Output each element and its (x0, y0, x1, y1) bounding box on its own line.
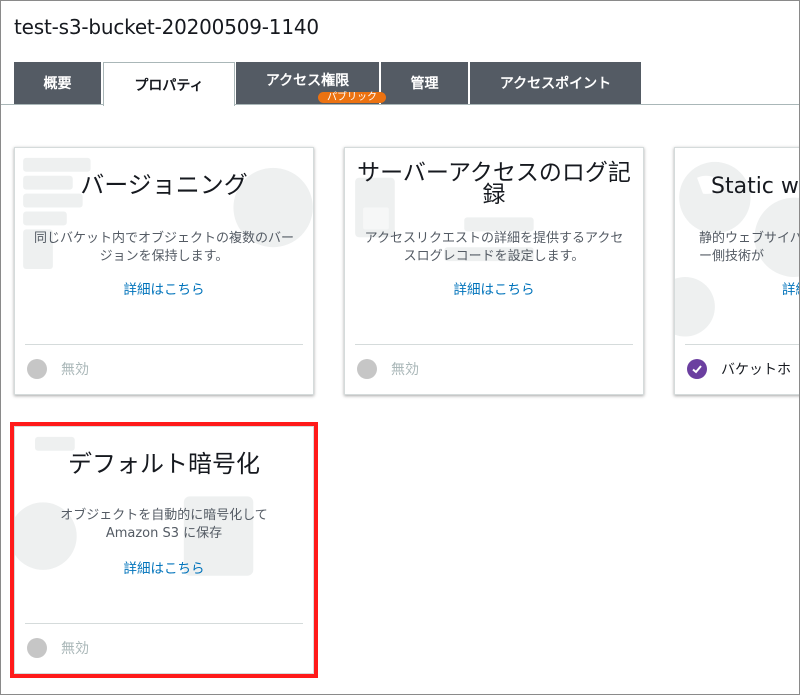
versioning-card[interactable]: バージョニング 同じバケット内でオブジェクトの複数のバージョンを保持します。 詳… (14, 147, 314, 395)
card-title: バージョニング (80, 171, 248, 199)
tab-label: アクセス権限 (265, 73, 350, 89)
tab-label: 管理 (410, 76, 439, 92)
logging-status: 無効 (357, 359, 419, 379)
learn-more-link[interactable]: 詳細 (782, 278, 799, 298)
website-status: バケットホ (687, 359, 791, 379)
tab-divider-left (1, 104, 103, 105)
versioning-status: 無効 (27, 359, 89, 379)
disabled-status-icon (27, 359, 47, 379)
disabled-status-icon (357, 359, 377, 379)
tab-label: アクセスポイント (499, 76, 612, 92)
tab-label: プロパティ (134, 77, 204, 94)
tab-label: 概要 (43, 76, 72, 92)
s3-bucket-properties-page: test-s3-bucket-20200509-1140 概要 プロパティ アク… (0, 0, 800, 695)
status-label: バケットホ (721, 362, 791, 378)
status-label: 無効 (61, 362, 89, 378)
tab-access-points[interactable]: アクセスポイント (470, 62, 642, 104)
server-access-logging-card[interactable]: サーバーアクセスのログ記録 アクセスリクエストの詳細を提供するアクセスログレコー… (344, 147, 644, 395)
status-label: 無効 (391, 362, 419, 378)
public-badge: パブリック (318, 92, 386, 103)
learn-more-link[interactable]: 詳細はこちら (345, 278, 643, 298)
learn-more-link[interactable]: 詳細はこちら (15, 278, 313, 298)
tab-divider (235, 104, 799, 105)
card-divider (355, 344, 633, 345)
check-icon (687, 359, 707, 379)
card-title: Static we (711, 174, 799, 199)
static-website-hosting-card[interactable]: Static we 静的ウェブサイバー側技術が 詳細 バケットホ (674, 147, 800, 395)
tab-properties[interactable]: プロパティ (103, 62, 235, 106)
card-description: 静的ウェブサイバー側技術が (699, 231, 800, 264)
card-divider (25, 344, 303, 345)
tab-management[interactable]: 管理 (381, 62, 469, 104)
card-description: アクセスリクエストの詳細を提供するアクセスログレコードを設定します。 (364, 231, 624, 264)
tab-overview[interactable]: 概要 (14, 62, 102, 104)
card-divider (685, 344, 799, 345)
card-description: 同じバケット内でオブジェクトの複数のバージョンを保持します。 (33, 231, 294, 264)
card-title: サーバーアクセスのログ記録 (357, 160, 631, 208)
highlight-box (10, 422, 318, 678)
bucket-name-title: test-s3-bucket-20200509-1140 (14, 15, 319, 39)
